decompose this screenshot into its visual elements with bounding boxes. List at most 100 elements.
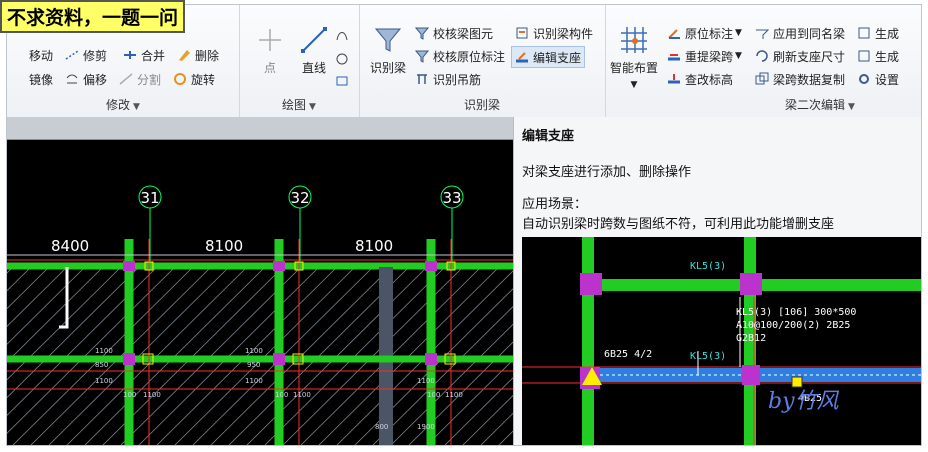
copy-span-data-button[interactable]: 梁跨数据复制 xyxy=(755,69,845,89)
generate-button-1[interactable]: 生成 xyxy=(857,23,899,43)
group-draw: 点 直线 绘图 ▼ xyxy=(239,5,360,117)
re-extract-icon xyxy=(667,49,681,63)
dim-text: 1100 xyxy=(245,377,263,385)
original-annotation-button[interactable]: 原位标注 ▼ xyxy=(667,23,742,43)
support-marker[interactable] xyxy=(425,261,437,271)
dim-text: 1100 xyxy=(95,347,113,355)
preview-support xyxy=(740,273,762,295)
chevron-down-icon: ▼ xyxy=(133,102,140,112)
dim-text: 100 xyxy=(275,391,288,399)
preview-drawing: KL5(3) KL5(3) KL5(3) [106] 300*500 A10@1… xyxy=(522,237,921,445)
rect-tool-button[interactable] xyxy=(335,71,353,91)
preview-label: 6B25 4/2 xyxy=(604,349,652,360)
preview-support xyxy=(580,273,602,295)
cad-drawing[interactable]: 31 32 33 8400 8100 8100 100 1100 1100 11… xyxy=(7,139,513,445)
identify-hanger-button[interactable]: 识别吊筋 xyxy=(415,69,481,89)
white-outline xyxy=(59,267,69,329)
chevron-down-icon: ▼ xyxy=(735,51,742,61)
split-icon xyxy=(119,72,133,86)
group-title-modify[interactable]: 修改 ▼ xyxy=(7,96,239,113)
preview-label: KL5(3) xyxy=(690,261,726,272)
identify-beam-component-button[interactable]: 识别梁构件 xyxy=(515,23,593,43)
trim-button[interactable]: 修剪 xyxy=(65,45,107,65)
arc-tool-button[interactable] xyxy=(335,25,353,45)
grid-layout-icon xyxy=(619,25,649,55)
chevron-down-icon: ▼ xyxy=(630,80,638,90)
chevron-down-icon: ▼ xyxy=(309,102,316,112)
split-button[interactable]: 分割 xyxy=(119,69,161,89)
dim-text: 1100 xyxy=(245,347,263,355)
line-icon xyxy=(299,25,329,55)
trim-icon xyxy=(65,48,79,62)
re-extract-span-button[interactable]: 重提梁跨 ▼ xyxy=(667,46,742,66)
arc-icon xyxy=(335,28,349,42)
elevation-icon xyxy=(667,72,681,86)
support-markers xyxy=(123,261,456,365)
dim-text: 1100 xyxy=(417,377,435,385)
offset-button[interactable]: 偏移 xyxy=(65,69,107,89)
dim-text: 1100 xyxy=(445,391,463,399)
drawing-canvas[interactable]: 31 32 33 8400 8100 8100 100 1100 1100 11… xyxy=(7,117,921,445)
preview-support xyxy=(742,365,760,385)
axis-label-31: 31 xyxy=(140,189,159,207)
dim-text: 800 xyxy=(375,423,388,431)
preview-label: G2B12 xyxy=(736,333,766,344)
group-title-secondary-edit[interactable]: 梁二次编辑 ▼ xyxy=(785,96,921,113)
point-button[interactable]: 点 xyxy=(245,25,295,76)
circle-icon xyxy=(335,52,349,66)
span-dimension: 8400 xyxy=(51,237,89,255)
apply-same-name-beam-button[interactable]: 应用到同名梁 xyxy=(755,23,845,43)
delete-button[interactable]: 删除 xyxy=(177,45,219,65)
merge-icon xyxy=(123,48,137,62)
span-dimensions: 8400 8100 8100 xyxy=(7,237,513,329)
refresh-support-size-button[interactable]: 刷新支座尺寸 xyxy=(755,46,845,66)
support-marker[interactable] xyxy=(425,353,437,365)
dim-text: 1100 xyxy=(95,377,113,385)
group-title-draw[interactable]: 绘图 ▼ xyxy=(239,96,359,113)
generate-button-2[interactable]: 生成 xyxy=(857,46,899,66)
dim-text: 950 xyxy=(247,361,260,369)
preview-label: KL5(3) [106] 300*500 xyxy=(736,307,856,318)
funnel-icon xyxy=(373,25,403,55)
tooltip-panel: 编辑支座 对梁支座进行添加、删除操作 应用场景： 自动识别梁时跨数与图纸不符，可… xyxy=(513,117,921,445)
identify-beam-button[interactable]: 识别梁 xyxy=(363,25,413,76)
support-marker[interactable] xyxy=(273,261,285,271)
smart-layout-button[interactable]: 智能布置 ▼ xyxy=(609,25,659,90)
line-button[interactable]: 直线 xyxy=(289,25,339,76)
group-title-identify: 识别梁 xyxy=(463,98,500,112)
hanger-icon xyxy=(415,72,429,86)
move-button[interactable]: 移动 xyxy=(29,45,53,65)
check-original-annotation-button[interactable]: 校核原位标注 xyxy=(414,46,505,66)
chevron-down-icon: ▼ xyxy=(848,102,855,112)
rotate-icon xyxy=(173,72,187,86)
app-window: 打断 移动 修剪 合并 删除 镜像 偏移 分割 旋转 修改▼ 点 直线 绘图▼ xyxy=(6,4,922,446)
copy-icon xyxy=(755,72,769,86)
edit-support-icon xyxy=(515,50,529,64)
check-beam-elements-button[interactable]: 校核梁图元 xyxy=(414,23,493,43)
group-identify-beam: 识别梁 校核梁图元 识别梁构件 校核原位标注 编辑支座 识别吊筋 识别梁 xyxy=(359,5,606,117)
funnel-icon xyxy=(414,49,430,63)
dim-text: 1100 xyxy=(143,391,161,399)
merge-button[interactable]: 合并 xyxy=(123,45,165,65)
preview-label: A10@100/200(2) 2B25 xyxy=(736,320,850,331)
gear-icon xyxy=(857,72,871,86)
check-elevation-button[interactable]: 查改标高 xyxy=(667,69,733,89)
group-beam-secondary-edit: 智能布置 ▼ 原位标注 ▼ 应用到同名梁 生成 重提梁跨 ▼ 刷新支座尺寸 生成 查改… xyxy=(605,5,921,117)
rotate-button[interactable]: 旋转 xyxy=(173,69,215,89)
beam-component-icon xyxy=(515,26,529,40)
dim-text: 1100 xyxy=(293,391,311,399)
support-marker[interactable] xyxy=(123,261,135,271)
circle-tool-button[interactable] xyxy=(335,49,353,69)
mirror-button[interactable]: 镜像 xyxy=(29,69,53,89)
tooltip-description: 对梁支座进行添加、删除操作 xyxy=(522,165,692,180)
funnel-icon xyxy=(414,26,430,40)
watermark: by竹风 xyxy=(768,389,839,414)
settings-button[interactable]: 设置 xyxy=(857,69,899,89)
generate-icon xyxy=(857,49,871,63)
edit-support-button[interactable]: 编辑支座 xyxy=(511,46,586,68)
eraser-icon xyxy=(177,48,191,62)
support-marker[interactable] xyxy=(123,353,135,365)
support-marker[interactable] xyxy=(273,353,285,365)
dim-text: 850 xyxy=(95,361,108,369)
preview-label: KL5(3) xyxy=(690,351,726,362)
